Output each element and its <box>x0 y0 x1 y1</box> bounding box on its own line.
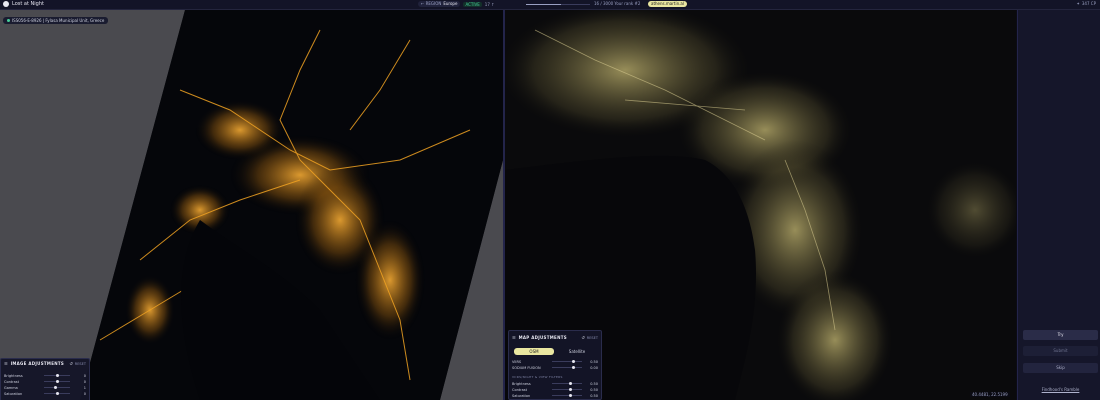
slider-track[interactable] <box>552 388 582 391</box>
slider-value: 0.50 <box>590 387 598 392</box>
progress-bar <box>526 4 590 5</box>
slider-value: 0.50 <box>590 381 598 386</box>
sub-count: 17 ↑ <box>484 1 495 7</box>
image-adjustments-panel: ☰ IMAGE ADJUSTMENTS ↺ RESET Brightness 0 C… <box>0 358 90 400</box>
sliders-icon: ☰ <box>4 361 8 366</box>
active-badge: ACTIVE <box>463 1 482 7</box>
region-selector[interactable]: ← REGION Europe ACTIVE 17 ↑ <box>418 1 495 7</box>
slider-thumb[interactable] <box>568 382 572 385</box>
slider-row: Saturation 0 <box>4 391 86 396</box>
slider-value: 1 <box>83 385 86 390</box>
slider-thumb[interactable] <box>55 374 59 377</box>
slider-row: Saturation 0.50 <box>512 393 598 398</box>
location-chip: ISS056-E-8926 | Fylasa Municipal Unit, G… <box>3 17 109 24</box>
slider-value: 0.50 <box>590 393 598 398</box>
map-coordinates: 40.4481, 22.5199 <box>970 392 1010 397</box>
slider-value: 0 <box>83 379 86 384</box>
map-reset-button[interactable]: ↺ RESET <box>581 335 598 340</box>
map-viewer[interactable]: ☰ MAP ADJUSTMENTS ↺ RESET OSM Satellite … <box>505 10 1016 400</box>
slider-track[interactable] <box>552 394 582 397</box>
user-badge[interactable]: athens.martin.al <box>648 1 687 7</box>
slider-label: Brightness <box>4 373 23 378</box>
slider-track[interactable] <box>44 374 70 377</box>
image-adjustments-title: IMAGE ADJUSTMENTS <box>10 361 65 366</box>
filters-section-heading: VIIRS/NIGHT & VIEW FILTERS <box>512 375 563 379</box>
slider-thumb[interactable] <box>568 394 572 397</box>
slider-thumb[interactable] <box>572 366 576 369</box>
map-sliders-icon: ☰ <box>512 335 516 340</box>
slider-label: SODIUM FUSION <box>512 365 541 370</box>
top-bar: Lost at Night ← REGION Europe ACTIVE 17 ↑… <box>0 0 1100 10</box>
slider-thumb[interactable] <box>568 388 572 391</box>
slider-row: Brightness 0 <box>4 373 86 378</box>
slider-row: Gamma 1 <box>4 385 86 390</box>
region-pill[interactable]: ← REGION Europe <box>418 1 461 7</box>
points-value: 347 CP <box>1081 1 1096 6</box>
region-name: Europe <box>443 1 458 6</box>
slider-label: Saturation <box>4 391 23 396</box>
map-reset-label: RESET <box>586 335 598 340</box>
reset-icon: ↺ <box>69 361 73 366</box>
slider-row: Contrast 0.50 <box>512 387 598 392</box>
slider-thumb[interactable] <box>54 386 58 389</box>
slider-row: SODIUM FUSION 0.00 <box>512 365 598 370</box>
star-icon: ✦ <box>1076 1 1080 6</box>
location-text: ISS056-E-8926 | Fylasa Municipal Unit, G… <box>12 18 105 23</box>
submit-button[interactable]: Submit <box>1023 346 1098 356</box>
slider-track[interactable] <box>552 382 582 385</box>
image-reset-button[interactable]: ↺ RESET <box>69 361 86 366</box>
slider-thumb[interactable] <box>572 360 576 363</box>
slider-row: VIIRS 0.50 <box>512 359 598 364</box>
slider-value: 0 <box>83 391 86 396</box>
slider-label: VIIRS <box>512 359 522 364</box>
map-reset-icon: ↺ <box>581 335 585 340</box>
slider-row: Brightness 0.50 <box>512 381 598 386</box>
live-dot <box>7 19 10 22</box>
progress-fill <box>526 4 562 5</box>
mode-osm-button[interactable]: OSM <box>514 348 554 355</box>
app-logo[interactable]: Lost at Night <box>3 1 44 7</box>
moon-icon <box>3 1 9 7</box>
slider-value: 0 <box>83 373 86 378</box>
try-button[interactable]: Try <box>1023 330 1098 340</box>
skip-button[interactable]: Skip <box>1023 363 1098 373</box>
slider-value: 0.00 <box>590 365 598 370</box>
slider-thumb[interactable] <box>55 392 59 395</box>
iss-photo[interactable] <box>0 10 503 400</box>
slider-label: Gamma <box>4 385 18 390</box>
image-reset-label: RESET <box>74 361 86 366</box>
slider-label: Contrast <box>512 387 527 392</box>
slider-row: Contrast 0 <box>4 379 86 384</box>
map-adjustments-panel: ☰ MAP ADJUSTMENTS ↺ RESET OSM Satellite … <box>508 330 602 400</box>
region-prefix: ← REGION <box>421 1 442 6</box>
slider-label: Saturation <box>512 393 531 398</box>
status-points: ✦ 347 CP <box>1077 1 1096 6</box>
ramble-link[interactable]: Findhood's Ramble <box>1023 387 1098 392</box>
mode-satellite-button[interactable]: Satellite <box>557 348 597 355</box>
slider-track[interactable] <box>44 386 70 389</box>
slider-track[interactable] <box>44 392 70 395</box>
slider-track[interactable] <box>552 366 582 369</box>
app-title: Lost at Night <box>12 1 44 7</box>
slider-track[interactable] <box>552 360 582 363</box>
map-adjustments-title: MAP ADJUSTMENTS <box>518 335 567 340</box>
slider-label: Brightness <box>512 381 531 386</box>
action-sidebar <box>1017 10 1100 400</box>
iss-photo-viewer[interactable]: ISS056-E-8926 | Fylasa Municipal Unit, G… <box>0 10 503 400</box>
slider-thumb[interactable] <box>55 380 59 383</box>
slider-value: 0.50 <box>590 359 598 364</box>
slider-track[interactable] <box>44 380 70 383</box>
slider-label: Contrast <box>4 379 19 384</box>
progress-counter: 16 / 3000 Your rank #2 <box>594 1 641 6</box>
